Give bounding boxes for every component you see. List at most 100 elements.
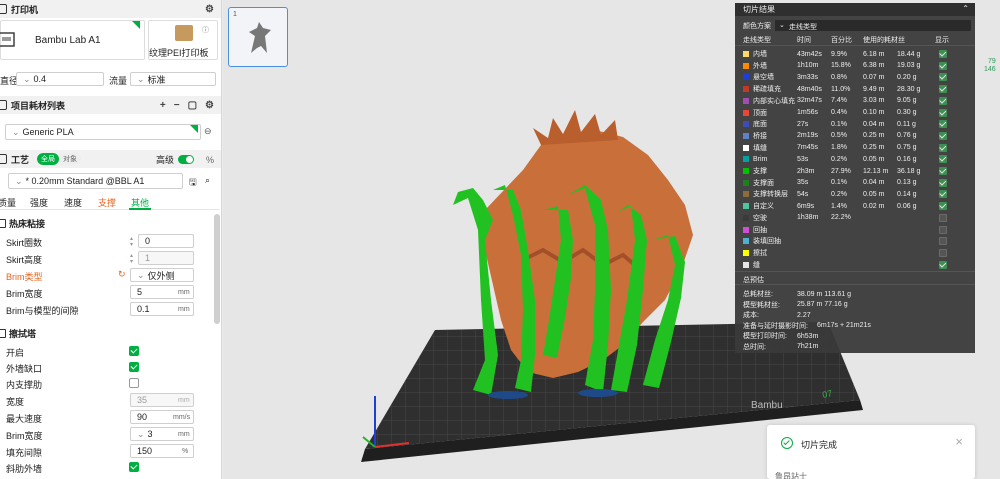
results-row: 擦拭 <box>735 247 975 259</box>
summary-value: 6m17s + 21m21s <box>817 322 871 329</box>
divider <box>735 271 975 272</box>
remove-filament-button[interactable]: − <box>174 100 180 111</box>
show-checkbox[interactable] <box>939 50 947 58</box>
show-checkbox[interactable] <box>939 167 947 175</box>
show-checkbox[interactable] <box>939 155 947 164</box>
filament-select[interactable]: ⌄ Generic PLA <box>5 124 201 140</box>
row-weight: 0.11 g <box>897 120 916 128</box>
show-checkbox[interactable] <box>939 237 947 246</box>
color-swatch <box>743 144 749 151</box>
right-edge-value-1: 79 <box>988 58 996 65</box>
row-type: 内部实心填充 <box>753 97 795 105</box>
show-checkbox[interactable] <box>939 190 947 199</box>
row-type: 回抽 <box>753 226 767 234</box>
save-icon[interactable]: 🖫 <box>189 175 197 191</box>
show-checkbox[interactable] <box>939 120 947 129</box>
skirt-height-input[interactable]: 1 <box>138 251 194 265</box>
printer-section-title: 打印机 <box>11 4 39 15</box>
collapse-icon[interactable]: ⌃ <box>962 4 969 13</box>
color-swatch <box>743 121 749 128</box>
percent-icon[interactable]: % <box>206 155 214 165</box>
close-icon[interactable]: × <box>955 434 963 449</box>
summary-label: 成本: <box>743 312 759 319</box>
tab-support[interactable]: 支撑 <box>98 196 116 209</box>
reset-icon[interactable]: ↻ <box>118 269 126 280</box>
show-checkbox[interactable] <box>939 96 947 105</box>
show-checkbox[interactable] <box>939 225 947 234</box>
results-row: 支撑转换层 54s 0.2% 0.05 m 0.14 g <box>735 188 975 200</box>
printer-icon <box>0 4 7 14</box>
brim-type-select[interactable]: ⌄ 仅外侧 <box>130 268 194 282</box>
plate-selector[interactable]: ⓘ 纹理PEI打印板 <box>148 20 218 60</box>
tab-quality[interactable]: 质量 <box>0 196 16 209</box>
filament-section-header[interactable]: 项目耗材列表 + − ▢ ⚙ <box>0 96 221 114</box>
outer-gap-checkbox[interactable] <box>129 362 139 372</box>
rib-wall-label: 斜肋外墙 <box>6 464 43 474</box>
tab-strength[interactable]: 强度 <box>30 196 48 209</box>
row-percent: 15.8% <box>831 62 851 70</box>
skirt-loops-input[interactable]: 0 <box>138 234 194 248</box>
color-swatch <box>743 179 749 186</box>
show-checkbox[interactable] <box>939 213 947 222</box>
printer-section-header[interactable]: 打印机 ⚙ <box>0 0 221 18</box>
show-checkbox[interactable] <box>939 202 947 211</box>
width-unit: mm <box>178 397 190 404</box>
toggle-global[interactable]: 全局 <box>37 153 60 165</box>
color-swatch <box>743 203 749 210</box>
color-swatch <box>743 191 749 198</box>
stepper-icon[interactable]: ▴ ▾ <box>130 236 133 248</box>
toggle-object[interactable]: 对象 <box>59 153 82 165</box>
results-row: 填缝 7m45s 1.8% 0.25 m 0.75 g <box>735 142 975 154</box>
printer-selector[interactable]: Bambu Lab A1 <box>0 20 145 60</box>
search-icon[interactable]: ⌕ <box>205 175 210 186</box>
settings-gear-icon[interactable]: ⚙ <box>205 4 214 15</box>
process-profile-select[interactable]: ⌄ * 0.20mm Standard @BBL A1 <box>8 173 183 189</box>
skirt-loops-label: Skirt圈数 <box>6 238 43 248</box>
rib-wall-checkbox[interactable] <box>129 462 139 472</box>
check-circle-icon <box>781 437 793 449</box>
row-type: Brim <box>753 155 768 163</box>
edit-icon[interactable]: ▢ <box>188 100 197 111</box>
show-checkbox[interactable] <box>939 248 947 257</box>
show-checkbox[interactable] <box>939 61 947 70</box>
settings-scrollbar[interactable] <box>214 214 220 324</box>
show-checkbox[interactable] <box>939 108 947 117</box>
settings-gear-icon[interactable]: ⚙ <box>205 100 214 111</box>
settings-sidebar: 打印机 ⚙ Bambu Lab A1 ⓘ 纹理PEI打印板 直径 ⌄ 0.4 流量… <box>0 0 222 479</box>
col-time: 时间 <box>797 36 811 44</box>
row-type: 空驶 <box>753 214 767 222</box>
color-scheme-select[interactable]: ⌄ 走线类型 <box>775 20 971 31</box>
tab-speed[interactable]: 速度 <box>64 196 82 209</box>
show-checkbox[interactable] <box>939 260 947 269</box>
info-icon[interactable]: ⓘ <box>202 25 209 35</box>
row-time: 35s <box>797 179 809 187</box>
inner-rib-checkbox[interactable] <box>129 378 139 388</box>
row-percent: 0.2% <box>831 190 847 198</box>
bed-adhesion-title: 热床粘接 <box>0 217 45 230</box>
nozzle-select[interactable]: ⌄ 0.4 <box>16 72 104 86</box>
results-header[interactable]: 切片结果 ⌃ <box>735 3 975 16</box>
show-checkbox[interactable] <box>939 143 947 152</box>
row-percent: 0.5% <box>831 132 847 140</box>
row-length: 0.07 m <box>863 73 885 81</box>
global-object-toggle[interactable]: 全局 对象 <box>37 153 82 165</box>
row-type: 桥接 <box>753 132 767 140</box>
row-time: 48m40s <box>797 85 822 93</box>
prime-enable-checkbox[interactable] <box>129 346 139 356</box>
row-time: 54s <box>797 190 809 198</box>
show-checkbox[interactable] <box>939 85 947 94</box>
flow-select[interactable]: ⌄ 标准 <box>130 72 216 86</box>
stepper-icon[interactable]: ▴ ▾ <box>130 253 133 265</box>
show-checkbox[interactable] <box>939 73 947 82</box>
show-checkbox[interactable] <box>939 131 947 140</box>
results-row: 顶面 1m56s 0.4% 0.10 m 0.30 g <box>735 107 975 119</box>
remove-circle-icon[interactable]: ⊖ <box>204 126 212 137</box>
advanced-switch[interactable] <box>177 155 194 164</box>
add-filament-button[interactable]: + <box>160 100 166 111</box>
row-type: 稀疏填充 <box>753 86 781 94</box>
filament-corner-mark <box>190 125 198 133</box>
prime-enable-label: 开启 <box>6 348 25 358</box>
summary-value: 2.27 <box>797 311 811 319</box>
show-checkbox[interactable] <box>939 178 947 187</box>
row-percent: 0.8% <box>831 73 847 81</box>
